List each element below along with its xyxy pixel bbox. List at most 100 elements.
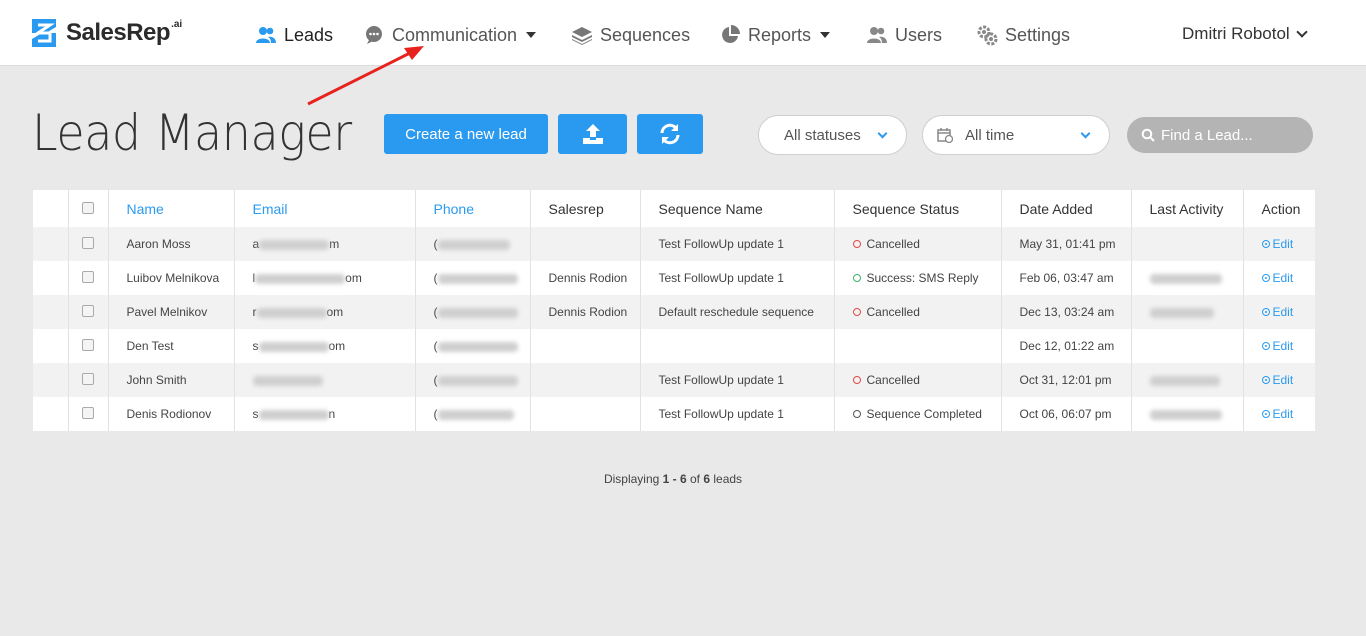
lead-date-added: Oct 06, 06:07 pm: [1001, 397, 1132, 431]
edit-link[interactable]: Edit: [1243, 329, 1315, 363]
status-filter-select[interactable]: All statuses: [758, 115, 907, 155]
time-filter-value: All time: [965, 126, 1015, 144]
pagination-prefix: Displaying: [603, 472, 663, 486]
email-suffix: n: [328, 407, 336, 421]
lead-last-activity: [1131, 261, 1244, 295]
nav-users[interactable]: Users: [866, 22, 942, 48]
lead-sequence-status: Success: SMS Reply: [834, 261, 1002, 295]
row-spacer: [33, 397, 69, 431]
edit-label[interactable]: Edit: [1273, 407, 1294, 421]
lead-phone: (: [415, 261, 531, 295]
table-header-row: Name Email Phone Salesrep Sequence Name …: [33, 190, 1315, 227]
edit-link[interactable]: Edit: [1243, 295, 1315, 329]
lead-date-added: Oct 31, 12:01 pm: [1001, 363, 1132, 397]
checkbox[interactable]: [82, 270, 94, 283]
pagination-middle: of: [686, 472, 704, 486]
lead-sequence-status: Sequence Completed: [834, 397, 1002, 431]
search-input[interactable]: [1161, 126, 1311, 144]
time-filter-select[interactable]: All time: [922, 115, 1110, 155]
edit-link[interactable]: Edit: [1243, 397, 1315, 431]
checkbox[interactable]: [82, 304, 94, 317]
row-checkbox-cell[interactable]: [68, 295, 109, 329]
gears-icon: [976, 24, 998, 46]
pie-chart-icon: [719, 24, 741, 46]
caret-down-icon: [526, 32, 537, 38]
row-spacer: [33, 363, 69, 397]
edit-link[interactable]: Edit: [1243, 363, 1315, 397]
status-text: Cancelled: [866, 305, 920, 319]
status-icon: [852, 273, 861, 282]
user-menu[interactable]: Dmitri Robotol: [1182, 24, 1308, 44]
nav-settings[interactable]: Settings: [976, 22, 1070, 48]
table-row: Pavel Melnikov r om (Dennis Rodion Default r…: [33, 295, 1315, 329]
lead-name: Luibov Melnikova: [108, 261, 235, 295]
checkbox[interactable]: [82, 338, 94, 351]
create-lead-button[interactable]: Create a new lead: [384, 114, 548, 154]
email-suffix: om: [328, 339, 346, 353]
lead-salesrep: Dennis Rodion: [530, 295, 641, 329]
email-suffix: om: [326, 305, 344, 319]
lead-date-added: Feb 06, 03:47 am: [1001, 261, 1132, 295]
edit-link[interactable]: Edit: [1243, 261, 1315, 295]
status-text: Cancelled: [866, 237, 920, 251]
table-row: Aaron Moss a m(Test FollowUp update 1 Cance…: [33, 227, 1315, 261]
row-checkbox-cell[interactable]: [68, 227, 109, 261]
lead-sequence-status: Cancelled: [834, 363, 1002, 397]
lead-last-activity: [1131, 363, 1244, 397]
status-filter-value: All statuses: [784, 126, 861, 144]
checkbox[interactable]: [82, 406, 94, 419]
pagination-suffix: leads: [710, 472, 743, 486]
nav-sequences[interactable]: Sequences: [571, 22, 690, 48]
edit-label[interactable]: Edit: [1273, 271, 1294, 285]
row-checkbox-cell[interactable]: [68, 329, 109, 363]
edit-icon: [1261, 307, 1270, 316]
lead-salesrep: [530, 227, 641, 261]
lead-date-added: Dec 12, 01:22 am: [1001, 329, 1132, 363]
checkbox[interactable]: [82, 236, 94, 249]
nav-reports[interactable]: Reports: [719, 22, 831, 48]
header-name[interactable]: Name: [108, 190, 235, 227]
nav-users-label: Users: [895, 24, 943, 45]
redacted-email: [259, 239, 330, 250]
row-checkbox-cell[interactable]: [68, 261, 109, 295]
salesrep-logo-icon: [32, 19, 56, 47]
email-prefix: a: [252, 237, 260, 251]
lead-last-activity: [1131, 397, 1244, 431]
row-spacer: [33, 261, 69, 295]
page-title: Lead Manager: [32, 104, 352, 162]
edit-link[interactable]: Edit: [1243, 227, 1315, 261]
lead-email: r om: [234, 295, 416, 329]
table-row: Luibov Melnikova l om (Dennis Rodion Test Fo…: [33, 261, 1315, 295]
edit-label[interactable]: Edit: [1273, 305, 1294, 319]
refresh-button[interactable]: [637, 114, 703, 154]
lead-name: Pavel Melnikov: [108, 295, 235, 329]
email-prefix: r: [252, 305, 257, 319]
redacted-email: [258, 341, 329, 352]
edit-label[interactable]: Edit: [1273, 237, 1294, 251]
phone-prefix: (: [433, 305, 438, 319]
lead-search[interactable]: [1127, 117, 1313, 153]
checkbox[interactable]: [82, 372, 94, 385]
status-icon: [852, 239, 861, 248]
email-suffix: m: [329, 237, 340, 251]
redacted-last-activity: [1149, 273, 1222, 284]
edit-label[interactable]: Edit: [1273, 373, 1294, 387]
select-all-checkbox[interactable]: [68, 190, 109, 227]
users-icon: [866, 24, 888, 46]
lead-email: l om: [234, 261, 416, 295]
brand-logo[interactable]: SalesRep .ai: [28, 16, 182, 50]
row-spacer: [33, 295, 69, 329]
edit-label[interactable]: Edit: [1273, 339, 1294, 353]
brand-name: SalesRep: [66, 19, 171, 46]
row-checkbox-cell[interactable]: [68, 397, 109, 431]
header-phone[interactable]: Phone: [415, 190, 531, 227]
redacted-phone: [437, 307, 518, 318]
row-checkbox-cell[interactable]: [68, 363, 109, 397]
annotation-arrow-icon: [307, 46, 424, 106]
header-email[interactable]: Email: [234, 190, 416, 227]
header-sequence-name: Sequence Name: [640, 190, 835, 227]
edit-icon: [1261, 273, 1270, 282]
table-row: Denis Rodionov s n(Test FollowUp update 1S…: [33, 397, 1315, 431]
checkbox[interactable]: [82, 201, 94, 214]
upload-button[interactable]: [558, 114, 627, 154]
